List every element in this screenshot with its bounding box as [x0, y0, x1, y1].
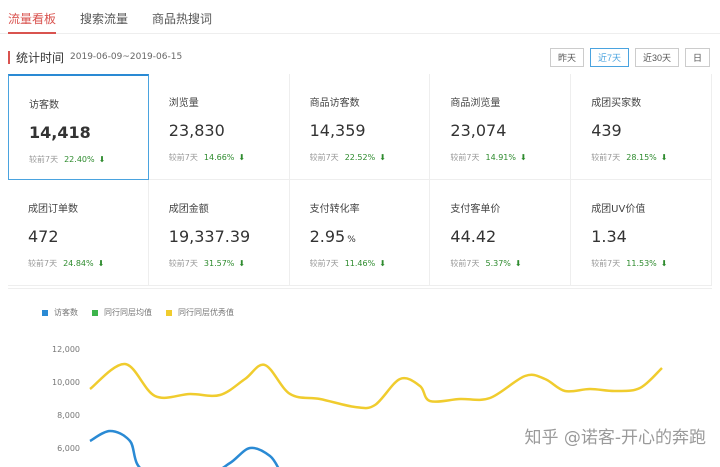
metric-card[interactable]: 商品访客数 14,359 较前7天 22.52% ⬇: [289, 74, 431, 180]
metric-title: 商品浏览量: [450, 98, 501, 109]
y-tick-label: 6,000: [57, 444, 80, 453]
metric-value: 439: [591, 121, 622, 140]
section-marker: [8, 50, 10, 64]
metric-card[interactable]: 成团买家数 439 较前7天 28.15% ⬇: [571, 74, 712, 180]
tab-bar: 流量看板 搜索流量 商品热搜词: [0, 0, 720, 34]
metric-card[interactable]: 成团UV价值 1.34 较前7天 11.53% ⬇: [571, 180, 712, 286]
metric-change: 22.40%: [64, 155, 95, 164]
metric-title: 成团订单数: [28, 204, 78, 215]
metric-value: 472: [28, 227, 59, 246]
metric-grid: 访客数 14,418 较前7天 22.40% ⬇ 浏览量 23,830 较前7天 14.…: [8, 74, 712, 286]
metric-value: 1.34: [591, 227, 627, 246]
metric-title: 商品访客数: [309, 98, 360, 109]
metric-value: 23,074: [450, 121, 507, 140]
metric-card[interactable]: 成团订单数 472 较前7天 24.84% ⬇: [8, 180, 149, 286]
metric-change: 5.37%: [485, 259, 511, 268]
series-line: [89, 362, 663, 410]
metric-title: 访客数: [29, 100, 59, 111]
compare-label: 较前7天: [168, 259, 198, 268]
tab-traffic-board[interactable]: 流量看板: [8, 0, 57, 34]
y-tick-label: 10,000: [52, 378, 80, 387]
range-7days-button[interactable]: 近7天: [589, 47, 629, 67]
metric-change: 22.52%: [344, 153, 376, 162]
arrow-down-icon: ⬇: [379, 153, 386, 162]
metric-card[interactable]: 商品浏览量 23,074 较前7天 14.91% ⬇: [430, 74, 572, 180]
metric-title: 浏览量: [168, 98, 199, 109]
metric-value: 2.95: [309, 227, 346, 246]
series-line: [89, 429, 280, 467]
metric-card[interactable]: 浏览量 23,830 较前7天 14.66% ⬇: [148, 74, 290, 180]
metric-title: 成团买家数: [591, 98, 642, 109]
metric-value: 23,830: [168, 121, 225, 140]
metric-title: 支付客单价: [450, 204, 501, 215]
tab-hot-keywords[interactable]: 商品热搜词: [152, 0, 212, 34]
arrow-down-icon: ⬇: [514, 259, 522, 268]
y-tick-label: 8,000: [57, 411, 80, 420]
metric-title: 成团UV价值: [591, 204, 646, 215]
metric-title: 支付转化率: [309, 204, 360, 215]
arrow-down-icon: ⬇: [660, 153, 668, 162]
metric-change: 14.91%: [485, 153, 516, 162]
metric-card[interactable]: 支付客单价 44.42 较前7天 5.37% ⬇: [430, 180, 572, 286]
y-tick-label: 12,000: [52, 345, 80, 354]
arrow-down-icon: ⬇: [238, 259, 246, 268]
compare-label: 较前7天: [309, 153, 339, 162]
metric-change: 11.46%: [344, 259, 376, 268]
arrow-down-icon: ⬇: [98, 155, 106, 164]
metric-card[interactable]: 支付转化率 2.95% 较前7天 11.46% ⬇: [289, 180, 431, 286]
compare-label: 较前7天: [28, 259, 58, 268]
metric-unit: %: [347, 235, 356, 245]
arrow-down-icon: ⬇: [238, 153, 246, 162]
metric-value: 14,418: [29, 123, 91, 142]
compare-label: 较前7天: [450, 259, 480, 268]
metric-change: 14.66%: [203, 153, 235, 162]
metric-card[interactable]: 访客数 14,418 较前7天 22.40% ⬇: [8, 74, 149, 180]
stat-time-range: 2019-06-09~2019-06-15: [70, 52, 183, 62]
metric-value: 14,359: [309, 121, 366, 140]
range-day-button[interactable]: 日: [684, 47, 710, 67]
metric-change: 28.15%: [626, 153, 657, 162]
compare-label: 较前7天: [591, 153, 621, 162]
compare-label: 较前7天: [309, 259, 339, 268]
stat-time-label: 统计时间: [16, 50, 65, 65]
arrow-down-icon: ⬇: [97, 259, 105, 268]
arrow-down-icon: ⬇: [520, 153, 527, 162]
arrow-down-icon: ⬇: [379, 259, 386, 268]
compare-label: 较前7天: [168, 153, 198, 162]
metric-change: 11.53%: [626, 259, 657, 268]
metric-change: 31.57%: [203, 259, 235, 268]
metric-change: 24.84%: [63, 259, 94, 268]
range-30days-button[interactable]: 近30天: [634, 47, 679, 67]
tab-search-traffic[interactable]: 搜索流量: [80, 0, 128, 34]
metric-card[interactable]: 成团金额 19,337.39 较前7天 31.57% ⬇: [148, 180, 290, 286]
watermark: 知乎 @诺客-开心的奔跑: [524, 428, 706, 448]
metric-value: 19,337.39: [168, 227, 251, 246]
compare-label: 较前7天: [29, 155, 59, 164]
metric-value: 44.42: [450, 227, 497, 246]
compare-label: 较前7天: [591, 259, 621, 268]
metric-title: 成团金额: [168, 204, 209, 215]
range-yesterday-button[interactable]: 昨天: [549, 47, 584, 67]
compare-label: 较前7天: [450, 153, 480, 162]
arrow-down-icon: ⬇: [660, 259, 668, 268]
